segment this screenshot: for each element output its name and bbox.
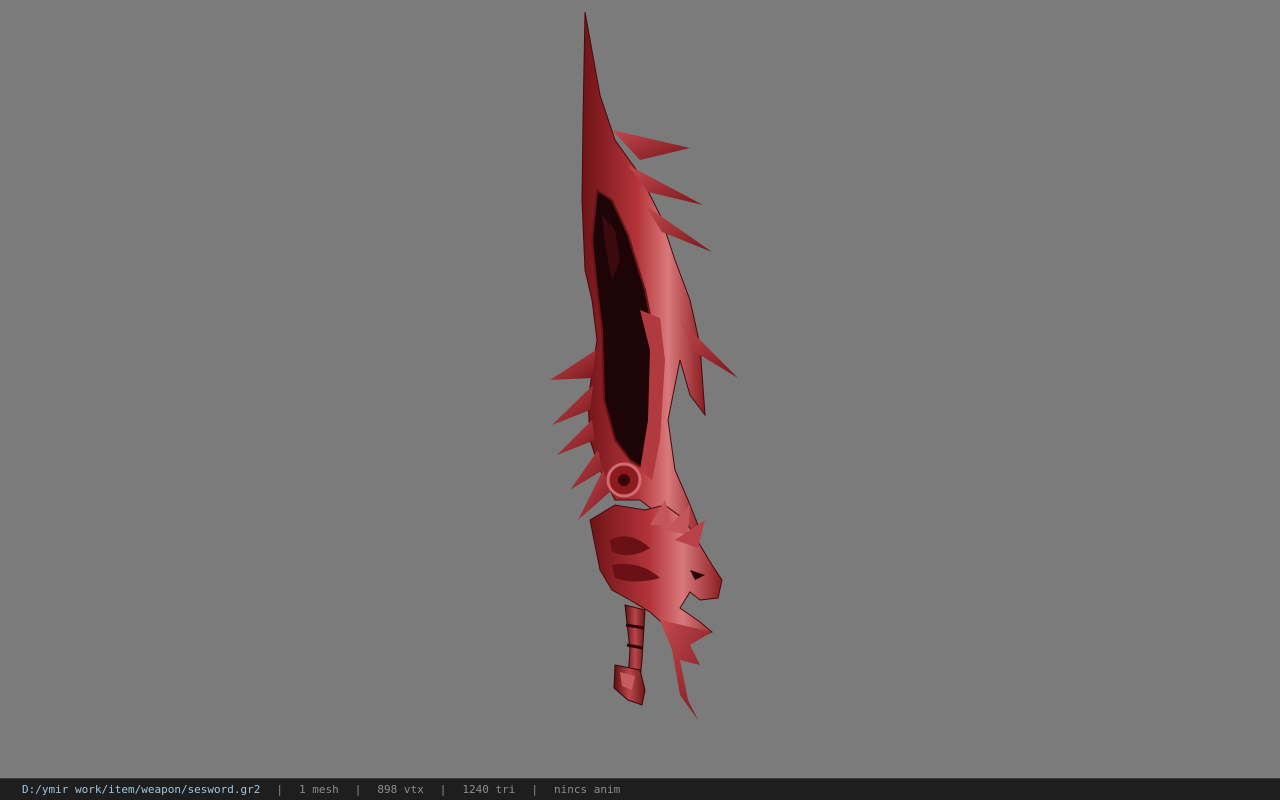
blade-spike [557, 420, 595, 455]
animation-status: nincs anim [554, 783, 621, 796]
sword-model[interactable] [0, 0, 1280, 778]
separator: | [354, 783, 362, 796]
separator: | [276, 783, 284, 796]
file-path: D:/ymir work/item/weapon/sesword.gr2 [22, 783, 261, 796]
mesh-count: 1 mesh [299, 783, 339, 796]
guard-spike [660, 620, 712, 720]
separator: | [531, 783, 539, 796]
triangle-count: 1240 tri [462, 783, 516, 796]
blade-spike [550, 350, 596, 380]
status-bar: D:/ymir work/item/weapon/sesword.gr2 | 1… [0, 778, 1280, 800]
vertex-count: 898 vtx [377, 783, 424, 796]
separator: | [439, 783, 447, 796]
3d-viewport[interactable] [0, 0, 1280, 778]
blade-emblem-center [618, 474, 630, 486]
blade-spike [552, 385, 593, 425]
